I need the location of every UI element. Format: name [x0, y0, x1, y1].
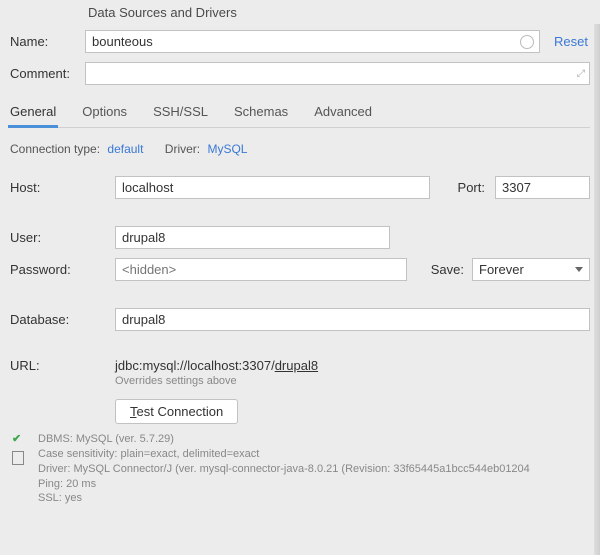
connection-type-link[interactable]: default [107, 142, 143, 156]
url-hint: Overrides settings above [115, 375, 590, 387]
tab-bar: General Options SSH/SSL Schemas Advanced [10, 94, 590, 128]
host-label: Host: [10, 180, 115, 195]
password-label: Password: [10, 262, 115, 277]
tab-schemas[interactable]: Schemas [234, 100, 288, 127]
copy-icon[interactable] [12, 451, 24, 465]
chevron-down-icon [575, 267, 583, 272]
user-row: User: [10, 226, 590, 249]
comment-input[interactable] [85, 62, 590, 85]
tab-general[interactable]: General [10, 100, 56, 127]
port-label: Port: [458, 180, 485, 195]
driver-label: Driver: [165, 142, 200, 156]
tab-options[interactable]: Options [82, 100, 127, 127]
user-label: User: [10, 230, 115, 245]
database-label: Database: [10, 312, 115, 327]
name-label: Name: [10, 34, 85, 49]
database-input[interactable] [115, 308, 590, 331]
connection-info: Connection type: default Driver: MySQL [10, 128, 590, 162]
panel-divider [594, 24, 600, 555]
connection-status: ✔ DBMS: MySQL (ver. 5.7.29) Case sensiti… [10, 432, 590, 506]
form-area: Host: Port: User: Password: Save: Foreve… [10, 162, 590, 506]
tab-ssh-ssl[interactable]: SSH/SSL [153, 100, 208, 127]
reset-link[interactable]: Reset [554, 34, 588, 49]
password-row: Password: Save: Forever [10, 258, 590, 281]
tab-advanced[interactable]: Advanced [314, 100, 372, 127]
comment-label: Comment: [10, 66, 85, 81]
success-check-icon: ✔ [12, 432, 38, 445]
url-prefix-text: jdbc:mysql://localhost:3307/ [115, 358, 275, 373]
comment-row: Comment: ⤢ [10, 62, 590, 85]
name-input[interactable] [85, 30, 540, 53]
user-input[interactable] [115, 226, 390, 249]
port-input[interactable] [495, 176, 590, 199]
save-dropdown-value: Forever [479, 262, 524, 277]
main-panel: Name: Reset Comment: ⤢ General Options S… [0, 24, 600, 516]
url-input[interactable]: jdbc:mysql://localhost:3307/drupal8 [115, 358, 590, 373]
connection-type-label: Connection type: [10, 142, 100, 156]
window-title: Data Sources and Drivers [0, 0, 600, 24]
host-input[interactable] [115, 176, 430, 199]
url-row: URL: jdbc:mysql://localhost:3307/drupal8 [10, 358, 590, 373]
database-row: Database: [10, 308, 590, 331]
test-connection-button[interactable]: Test Connection [115, 399, 238, 424]
host-row: Host: Port: [10, 176, 590, 199]
url-label: URL: [10, 358, 115, 373]
status-ssl: SSL: yes [38, 491, 590, 506]
save-dropdown[interactable]: Forever [472, 258, 590, 281]
status-driver: Driver: MySQL Connector/J (ver. mysql-co… [38, 462, 590, 477]
password-input[interactable] [115, 258, 407, 281]
save-label: Save: [431, 262, 464, 277]
url-db-text: drupal8 [275, 358, 318, 373]
status-dbms: DBMS: MySQL (ver. 5.7.29) [38, 432, 590, 447]
color-indicator-icon[interactable] [520, 35, 534, 49]
name-row: Name: Reset [10, 30, 590, 53]
status-ping: Ping: 20 ms [38, 477, 590, 492]
driver-link[interactable]: MySQL [207, 142, 247, 156]
dialog-window: Data Sources and Drivers Name: Reset Com… [0, 0, 600, 555]
status-case: Case sensitivity: plain=exact, delimited… [38, 447, 590, 462]
